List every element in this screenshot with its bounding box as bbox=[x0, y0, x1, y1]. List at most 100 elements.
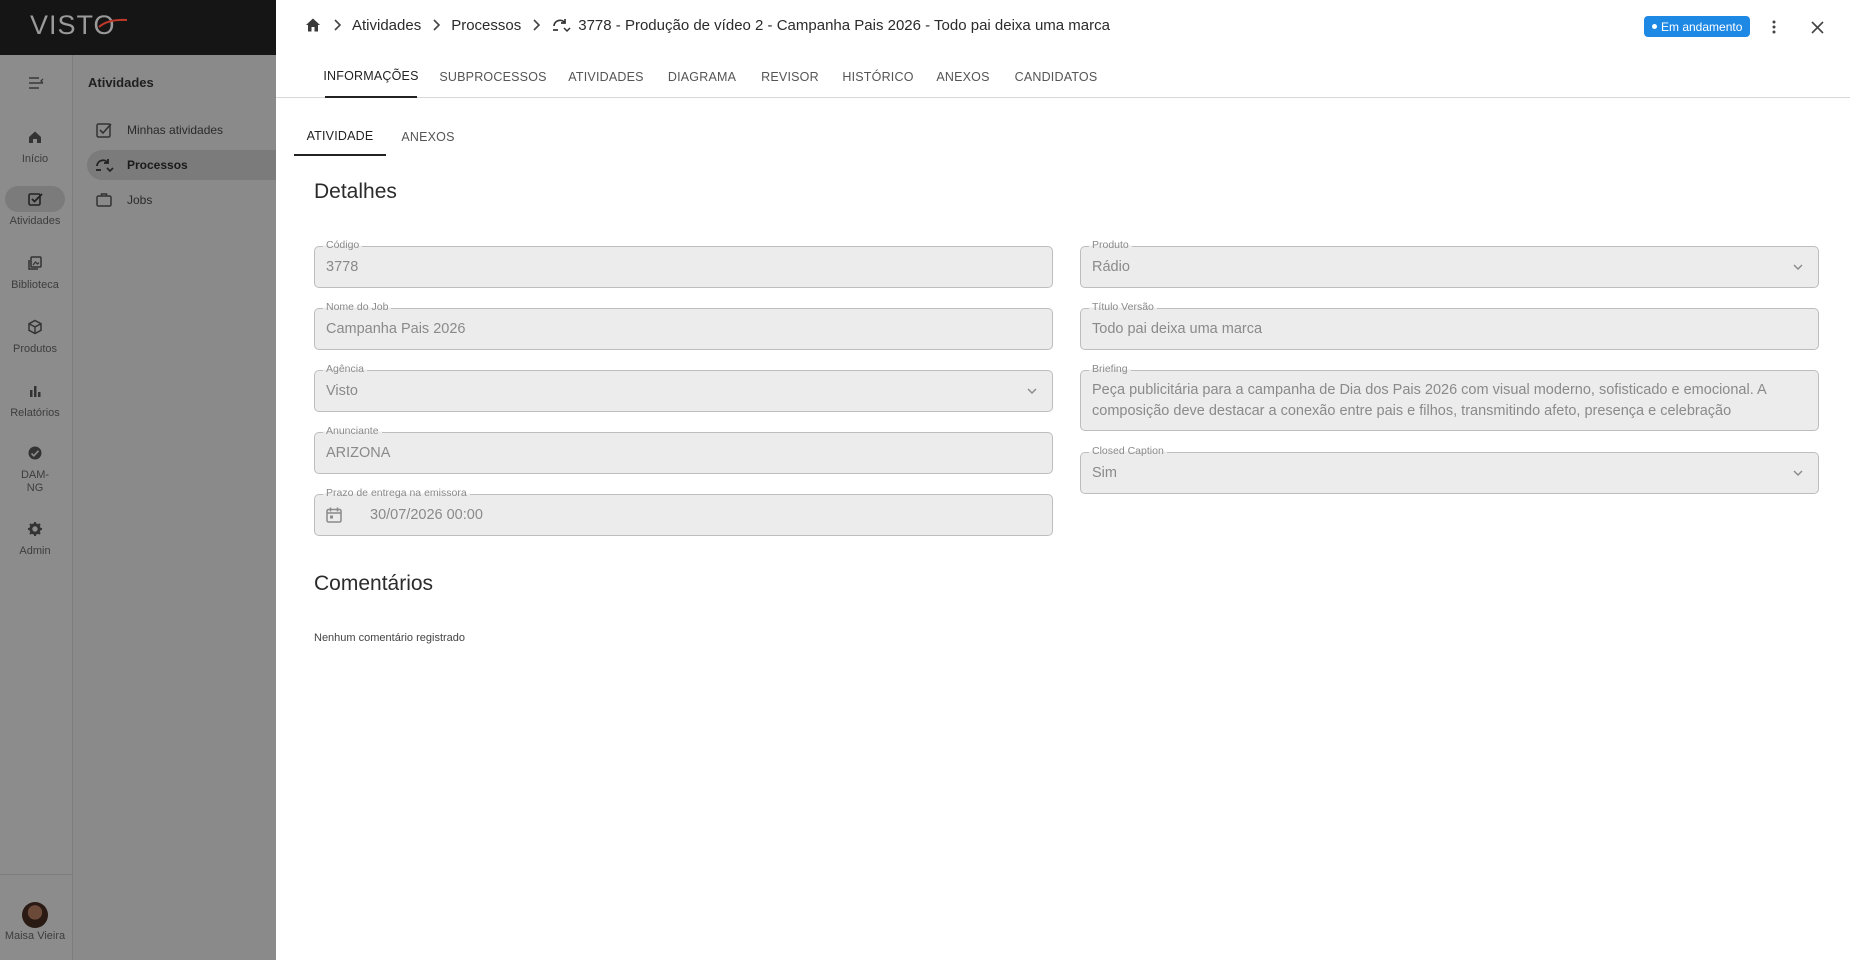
bar-chart-icon bbox=[5, 378, 65, 404]
tab-historico[interactable]: HISTÓRICO bbox=[841, 56, 915, 98]
subnav-item-minhas-atividades[interactable]: Minhas atividades bbox=[87, 115, 276, 145]
tab-revisor[interactable]: REVISOR bbox=[759, 56, 821, 98]
field-value: ARIZONA bbox=[326, 445, 391, 461]
logo-swoosh-icon bbox=[98, 18, 128, 28]
panel-header: Atividades Processos 3778 - Produção de … bbox=[276, 0, 1850, 54]
close-icon bbox=[1810, 20, 1824, 34]
rail-label: Relatórios bbox=[10, 407, 60, 419]
rail-item-admin[interactable]: Admin bbox=[0, 516, 70, 558]
process-panel: Atividades Processos 3778 - Produção de … bbox=[276, 0, 1850, 960]
field-value: Sim bbox=[1092, 465, 1117, 481]
subnav-title: Atividades bbox=[88, 75, 154, 90]
subtab-anexos[interactable]: ANEXOS bbox=[398, 118, 458, 156]
chevron-down-icon bbox=[1793, 470, 1803, 476]
field-value: 30/07/2026 00:00 bbox=[370, 507, 483, 523]
secondary-nav: Atividades Minhas atividades Processos J… bbox=[73, 55, 276, 960]
tab-diagrama[interactable]: DIAGRAMA bbox=[666, 56, 738, 98]
field-label: Closed Caption bbox=[1089, 445, 1167, 457]
rail-item-dam-ng[interactable]: DAM-NG bbox=[0, 440, 70, 495]
process-icon bbox=[551, 17, 571, 33]
subnav-label: Jobs bbox=[127, 193, 153, 207]
subnav-label: Processos bbox=[127, 158, 188, 172]
breadcrumb-processos[interactable]: Processos bbox=[451, 17, 521, 34]
tab-anexos[interactable]: ANEXOS bbox=[934, 56, 992, 98]
tab-subprocessos[interactable]: SUBPROCESSOS bbox=[439, 56, 546, 98]
cube-icon bbox=[5, 314, 65, 340]
calendar-icon bbox=[326, 507, 342, 523]
briefing-field: Briefing Peça publicitária para a campan… bbox=[1080, 363, 1819, 431]
field-label: Anunciante bbox=[323, 425, 382, 437]
rail-label: Admin bbox=[19, 545, 51, 557]
field-label: Código bbox=[323, 239, 363, 251]
anunciante-field: Anunciante ARIZONA bbox=[314, 425, 1053, 474]
nome-job-field: Nome do Job Campanha Pais 2026 bbox=[314, 301, 1053, 350]
rail-item-produtos[interactable]: Produtos bbox=[0, 314, 70, 356]
subtab-atividade[interactable]: ATIVIDADE bbox=[294, 118, 386, 156]
rail-item-biblioteca[interactable]: Biblioteca bbox=[0, 250, 70, 292]
field-label: Prazo de entrega na emissora bbox=[323, 487, 470, 499]
field-value: Peça publicitária para a campanha de Dia… bbox=[1092, 382, 1766, 419]
library-icon bbox=[5, 250, 65, 276]
rail-item-inicio[interactable]: Início bbox=[0, 124, 70, 166]
more-options-button[interactable] bbox=[1764, 15, 1784, 39]
avatar[interactable] bbox=[22, 902, 48, 928]
chevron-right-icon bbox=[532, 19, 541, 31]
field-label: Nome do Job bbox=[323, 301, 392, 313]
field-label: Agência bbox=[323, 363, 367, 375]
rail-divider bbox=[0, 874, 73, 875]
checkbox-icon bbox=[5, 186, 65, 212]
close-button[interactable] bbox=[1805, 15, 1829, 39]
chevron-down-icon bbox=[1027, 388, 1037, 394]
rail-item-relatorios[interactable]: Relatórios bbox=[0, 378, 70, 420]
field-value: Rádio bbox=[1092, 259, 1130, 275]
agencia-select: Agência Visto bbox=[314, 363, 1053, 412]
menu-collapse-icon[interactable] bbox=[23, 72, 49, 94]
codigo-field: Código 3778 bbox=[314, 239, 1053, 288]
field-value: Visto bbox=[326, 383, 358, 399]
closed-caption-select: Closed Caption Sim bbox=[1080, 445, 1819, 494]
briefcase-icon bbox=[93, 189, 115, 211]
breadcrumb-atividades[interactable]: Atividades bbox=[352, 17, 421, 34]
chevron-right-icon bbox=[333, 19, 341, 31]
field-label: Briefing bbox=[1089, 363, 1131, 375]
home-icon[interactable] bbox=[304, 16, 322, 34]
navigation-rail: Início Atividades Biblioteca Produtos Re… bbox=[0, 0, 73, 960]
status-badge: Em andamento bbox=[1644, 16, 1751, 37]
checkbox-icon bbox=[93, 119, 115, 141]
field-label: Título Versão bbox=[1089, 301, 1157, 313]
field-value: Campanha Pais 2026 bbox=[326, 321, 466, 337]
kebab-menu-icon bbox=[1772, 20, 1776, 34]
field-value: 3778 bbox=[326, 259, 359, 275]
rail-label: DAM-NG bbox=[20, 469, 50, 494]
breadcrumb-current: 3778 - Produção de vídeo 2 - Campanha Pa… bbox=[578, 16, 1110, 34]
subnav-item-processos[interactable]: Processos bbox=[87, 150, 276, 180]
details-title: Detalhes bbox=[314, 180, 397, 203]
empty-comments-text: Nenhum comentário registrado bbox=[314, 632, 466, 644]
home-icon bbox=[5, 124, 65, 150]
dam-icon bbox=[5, 440, 65, 466]
rail-label: Produtos bbox=[12, 343, 58, 355]
gear-icon bbox=[5, 516, 65, 542]
main-tabs: INFORMAÇÕES SUBPROCESSOS ATIVIDADES DIAG… bbox=[276, 56, 1850, 98]
rail-label: Início bbox=[21, 153, 49, 165]
status-dot-icon bbox=[1652, 24, 1657, 29]
chevron-right-icon bbox=[432, 19, 441, 31]
comments-title: Comentários bbox=[314, 572, 434, 595]
logo-bar: VISTO bbox=[0, 0, 276, 55]
tab-atividades[interactable]: ATIVIDADES bbox=[566, 56, 646, 98]
rail-label: Atividades bbox=[9, 215, 61, 227]
subnav-label: Minhas atividades bbox=[127, 123, 224, 137]
chevron-down-icon bbox=[1793, 264, 1803, 270]
tab-informacoes[interactable]: INFORMAÇÕES bbox=[323, 56, 418, 98]
prazo-entrega-field: Prazo de entrega na emissora 30/07/2026 … bbox=[314, 487, 1053, 536]
status-label: Em andamento bbox=[1661, 19, 1743, 34]
field-label: Produto bbox=[1089, 239, 1132, 251]
breadcrumb: Atividades Processos 3778 - Produção de … bbox=[304, 16, 1110, 34]
titulo-versao-field: Título Versão Todo pai deixa uma marca bbox=[1080, 301, 1819, 350]
user-name: Maisa Vieira bbox=[4, 930, 66, 942]
tab-candidatos[interactable]: CANDIDATOS bbox=[1012, 56, 1100, 98]
rail-item-atividades[interactable]: Atividades bbox=[0, 186, 70, 228]
process-icon bbox=[93, 154, 115, 176]
subnav-item-jobs[interactable]: Jobs bbox=[87, 185, 276, 215]
rail-label: Biblioteca bbox=[11, 279, 59, 291]
